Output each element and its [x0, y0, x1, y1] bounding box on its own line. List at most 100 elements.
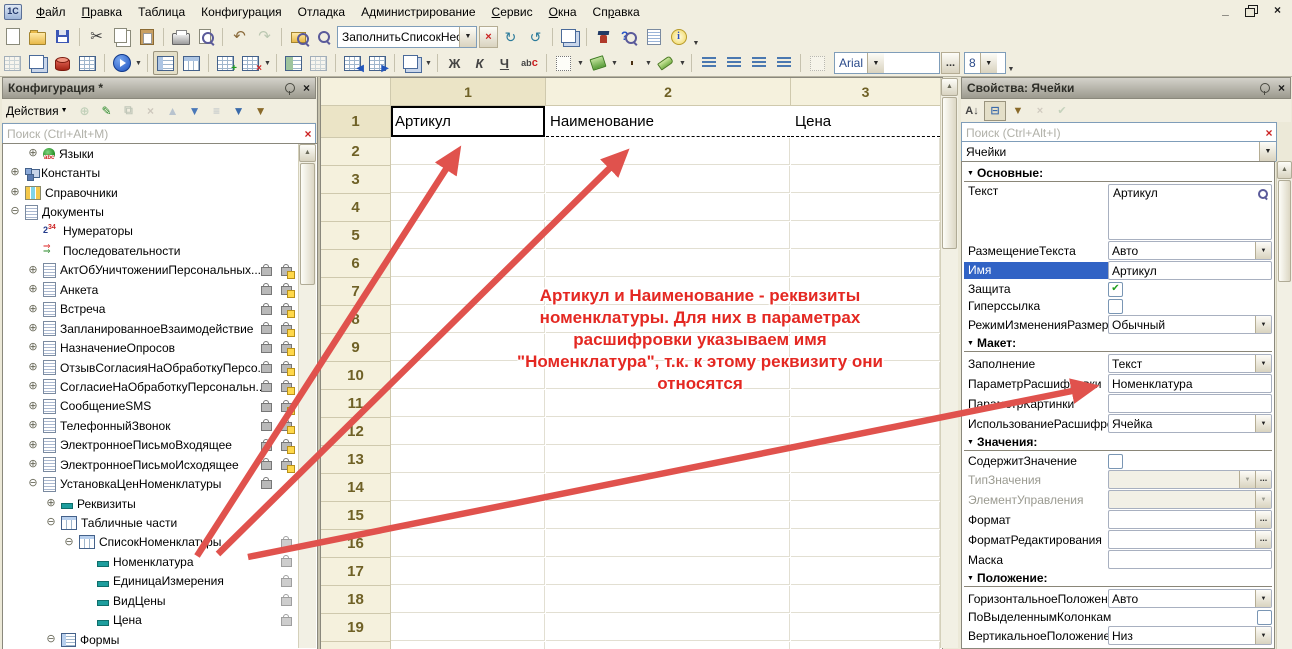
cell-r10c3[interactable]: [791, 362, 940, 389]
configuration-search[interactable]: Поиск (Ctrl+Alt+M) ×: [2, 123, 316, 144]
cell-r3c1[interactable]: [391, 166, 545, 193]
property-input-field[interactable]: [1108, 550, 1272, 569]
combo-dots-button[interactable]: ...: [1255, 471, 1271, 488]
cell-r4c1[interactable]: [391, 194, 545, 221]
cell-r20c2[interactable]: [546, 642, 790, 649]
row-header-5[interactable]: 5: [321, 222, 391, 250]
cell-r14c1[interactable]: [391, 474, 545, 501]
cell-r6c3[interactable]: [791, 250, 940, 277]
run-report-button[interactable]: [110, 52, 133, 74]
bold-button[interactable]: Ж: [443, 52, 466, 74]
move-section-right-button[interactable]: ▶: [366, 52, 389, 74]
property-text-field[interactable]: Артикул: [1108, 184, 1272, 240]
tree-item-назначениеопросов[interactable]: ⊕НазначениеОпросов: [3, 338, 317, 357]
move-section-left-button[interactable]: ◀: [341, 52, 364, 74]
cell-r2c2[interactable]: [546, 138, 790, 165]
new-document-button[interactable]: [1, 26, 24, 48]
align-center-button[interactable]: [722, 52, 745, 74]
cell-r13c3[interactable]: [791, 446, 940, 473]
tree-item-установкаценноменклатуры[interactable]: ⊖УстановкаЦенНоменклатуры: [3, 474, 317, 493]
close-panel-icon[interactable]: ×: [303, 81, 310, 95]
edit-button[interactable]: ✎: [97, 102, 117, 120]
cell-r19c3[interactable]: [791, 614, 940, 641]
properties-close-icon[interactable]: ×: [1278, 81, 1285, 95]
cell-r12c1[interactable]: [391, 418, 545, 445]
add-button[interactable]: ⊕: [75, 102, 95, 120]
cell-r6c1[interactable]: [391, 250, 545, 277]
dropdown-arrow-icon[interactable]: ▼: [424, 52, 433, 74]
input-dots-button[interactable]: ...: [1255, 531, 1271, 548]
copy-button[interactable]: [110, 26, 133, 48]
row-header-6[interactable]: 6: [321, 250, 391, 278]
row-header-4[interactable]: 4: [321, 194, 391, 222]
selected-cell-artikul[interactable]: Артикул: [391, 106, 545, 137]
property-input-field[interactable]: Номенклатура: [1108, 374, 1272, 393]
property-input-field[interactable]: Артикул: [1108, 261, 1272, 280]
fill-color-button[interactable]: [586, 52, 609, 74]
expand-icon[interactable]: ⊕: [27, 399, 39, 413]
cell-r12c3[interactable]: [791, 418, 940, 445]
tree-item-электронноеписьмоисходящее[interactable]: ⊕ЭлектронноеПисьмоИсходящее: [3, 455, 317, 474]
delete-button[interactable]: ×: [141, 102, 161, 120]
properties-scroll-up-icon[interactable]: ▲: [1277, 161, 1292, 179]
tree-item-сообщениеsms[interactable]: ⊕СообщениеSMS: [3, 397, 317, 416]
menu-item-1[interactable]: Файл: [28, 2, 74, 22]
cell-r10c2[interactable]: [546, 362, 790, 389]
combo-dropdown-icon[interactable]: ▼: [1255, 415, 1271, 432]
cell-names-button[interactable]: [400, 52, 423, 74]
expand-icon[interactable]: ⊕: [27, 379, 39, 393]
pattern-button[interactable]: [806, 52, 829, 74]
combo-dropdown-icon[interactable]: ▼: [1255, 242, 1271, 259]
property-input-field[interactable]: ...: [1108, 510, 1272, 529]
actions-dropdown-icon[interactable]: ▼: [61, 107, 68, 114]
sort-button[interactable]: ≡: [207, 102, 227, 120]
expand-icon[interactable]: ⊕: [27, 302, 39, 316]
properties-search[interactable]: Поиск (Ctrl+Alt+I) ×: [961, 122, 1277, 143]
row-header-20[interactable]: 20: [321, 642, 391, 649]
dropdown-arrow-icon[interactable]: ▼: [576, 52, 585, 74]
sort-alphabet-button[interactable]: A↓: [962, 102, 982, 120]
tree-item-реквизиты[interactable]: ⊕Реквизиты: [3, 494, 317, 513]
table-settings-button[interactable]: [1, 52, 24, 74]
tree-item-запланированноевзаимодействие[interactable]: ⊕ЗапланированноеВзаимодействие: [3, 319, 317, 338]
tree-item-согласиенаобработкуперсональн[interactable]: ⊕СогласиеНаОбработкуПерсональн...: [3, 377, 317, 396]
tree-item-цена[interactable]: Цена: [3, 611, 317, 630]
property-combo-field[interactable]: ▼...: [1108, 470, 1272, 489]
tree-item-документы[interactable]: ⊖Документы: [3, 202, 317, 221]
syntax-helper-button[interactable]: [642, 26, 665, 48]
combo-dropdown-icon[interactable]: ▼: [1255, 316, 1271, 333]
tree-scroll-up-icon[interactable]: ▲: [299, 144, 316, 162]
find-previous-button[interactable]: ↺: [524, 26, 547, 48]
cell-r11c2[interactable]: [546, 390, 790, 417]
collapse-icon[interactable]: ⊖: [63, 535, 75, 549]
sections-left-button[interactable]: [153, 51, 178, 75]
properties-pin-icon[interactable]: [1260, 83, 1270, 93]
group-collapse-icon[interactable]: ▼: [967, 439, 974, 446]
cut-button[interactable]: ✂: [85, 26, 108, 48]
pin-icon[interactable]: [285, 83, 295, 93]
search-combo-dropdown-icon[interactable]: ▼: [459, 27, 476, 47]
sheet-scrollbar-thumb[interactable]: [942, 97, 957, 249]
cell-r11c3[interactable]: [791, 390, 940, 417]
expand-icon[interactable]: ⊕: [27, 146, 39, 160]
tree-item-актобуничтоженииперсональных[interactable]: ⊕АктОбУничтоженииПерсональных...: [3, 261, 317, 280]
group-collapse-icon[interactable]: ▼: [967, 170, 974, 177]
cell-r7c1[interactable]: [391, 278, 545, 305]
collapse-icon[interactable]: ⊖: [9, 204, 21, 218]
cell-r15c3[interactable]: [791, 502, 940, 529]
filter-button[interactable]: ▼: [229, 102, 249, 120]
property-combo-field[interactable]: ▼: [1108, 490, 1272, 509]
tree-item-последовательности[interactable]: ⇒⇒Последовательности: [3, 241, 317, 260]
restore-button[interactable]: [1243, 3, 1260, 18]
cell-r5c3[interactable]: [791, 222, 940, 249]
sheet-scroll-up-icon[interactable]: ▲: [941, 78, 958, 96]
italic-button[interactable]: К: [468, 52, 491, 74]
dropdown-arrow-icon[interactable]: ▼: [644, 52, 653, 74]
text-color-button[interactable]: [620, 52, 643, 74]
cell-r5c2[interactable]: [546, 222, 790, 249]
dropdown-arrow-icon[interactable]: ▼: [263, 52, 272, 74]
toolbar-overflow-icon[interactable]: ▼: [1006, 51, 1016, 75]
tree-item-отзывсогласиянаобработкуперсо[interactable]: ⊕ОтзывСогласияНаОбработкуПерсо...: [3, 358, 317, 377]
collapse-icon[interactable]: ⊖: [27, 476, 39, 490]
sheet-scrollbar[interactable]: ▲: [940, 78, 958, 648]
